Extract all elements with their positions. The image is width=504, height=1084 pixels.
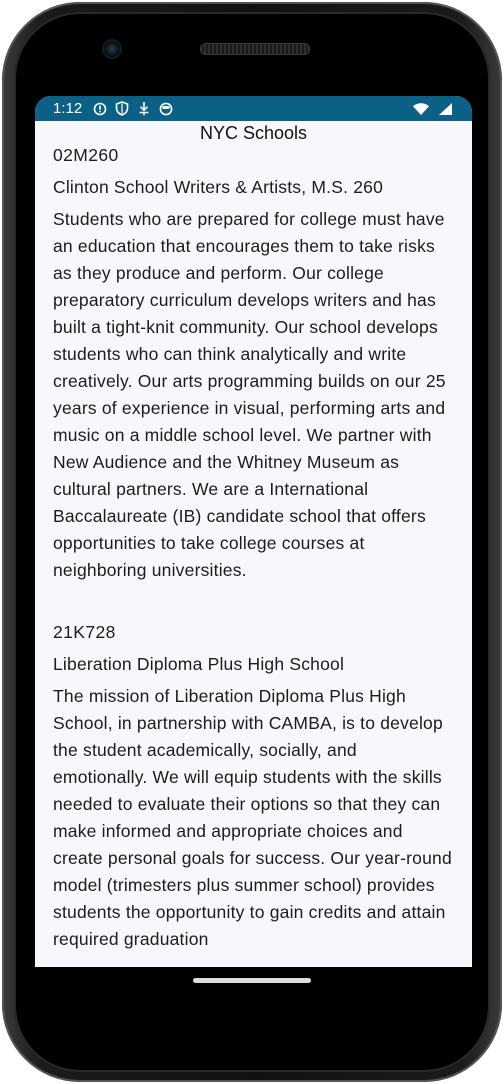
screen: 1:12 NYC Schools 02M260 Clinton School W… xyxy=(35,96,472,967)
shield-icon xyxy=(113,101,131,117)
status-time: 1:12 xyxy=(53,100,83,117)
school-dbn: 21K728 xyxy=(53,622,116,642)
school-list[interactable]: 02M260 Clinton School Writers & Artists,… xyxy=(35,144,472,953)
wifi-icon xyxy=(412,101,430,117)
list-item[interactable]: 02M260 Clinton School Writers & Artists,… xyxy=(53,144,454,584)
app-title: NYC Schools xyxy=(199,123,308,143)
circle-app-icon xyxy=(157,101,175,117)
front-camera xyxy=(104,41,120,57)
school-overview: The mission of Liberation Diploma Plus H… xyxy=(53,686,452,949)
status-bar: 1:12 xyxy=(35,96,472,121)
school-overview: Students who are prepared for college mu… xyxy=(53,209,446,580)
school-name: Clinton School Writers & Artists, M.S. 2… xyxy=(53,177,383,197)
earpiece-speaker xyxy=(200,43,310,55)
list-item[interactable]: 21K728 Liberation Diploma Plus High Scho… xyxy=(53,621,454,953)
download-arrow-icon xyxy=(135,101,153,117)
school-name: Liberation Diploma Plus High School xyxy=(53,654,345,674)
home-indicator[interactable] xyxy=(193,978,311,983)
alert-circle-icon xyxy=(91,101,109,117)
school-dbn: 02M260 xyxy=(53,145,119,165)
signal-icon xyxy=(436,101,454,117)
